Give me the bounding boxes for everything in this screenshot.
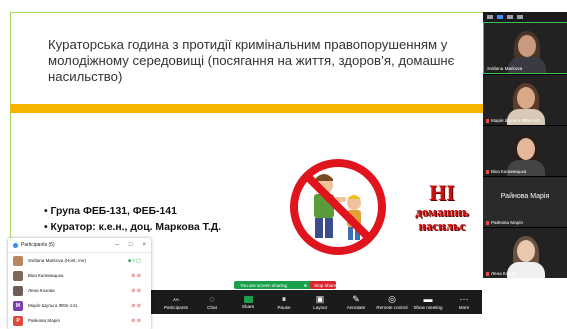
toolbar-pause-button[interactable]: ⏸ Pause — [266, 290, 302, 314]
participant-name: Марія Шульга ФЕБ-141 — [28, 303, 78, 308]
zoom-icon — [13, 242, 18, 248]
show-meeting-icon: ▬ — [423, 294, 433, 304]
toolbar-chat-button[interactable]: ◌ Chat — [194, 290, 230, 314]
no-violence-caption: НІ домашнь насильс — [398, 180, 486, 233]
maximize-icon[interactable]: □ — [129, 242, 133, 248]
video-tile-label: Віка Калиницька — [486, 169, 526, 174]
participant-name: Віка Калиницька — [28, 273, 64, 278]
participants-title: Participants (5) — [21, 242, 55, 248]
screen-sharing-bar[interactable]: You are screen sharing Stop share — [234, 281, 336, 289]
participant-row[interactable]: Svitlana Markova (Host, me) ■ ◊ ▢ — [8, 253, 151, 268]
mic-muted-icon — [486, 220, 489, 225]
participant-face — [517, 240, 535, 262]
slide-title-line: насильство) — [48, 69, 123, 84]
caption-line: НІ — [429, 180, 455, 205]
toolbar-layout-button[interactable]: ▣ Layout — [302, 290, 338, 314]
participant-row[interactable]: M Марія Шульга ФЕБ-141 ⊘ ⊘ — [8, 298, 151, 313]
mic-muted-icon — [486, 118, 489, 123]
slide-title-line: Кураторська година з протидії кримінальн… — [48, 37, 448, 52]
participant-face — [518, 35, 536, 57]
toolbar-share-button[interactable]: Share — [230, 290, 266, 314]
video-strip[interactable]: Svitlana Markova Марія Шульга ФЕБ-141 Ві… — [483, 12, 567, 278]
video-tile-label: Марія Шульга ФЕБ-141 — [486, 118, 540, 123]
participant-row[interactable]: Віка Калиницька ⊘ ⊘ — [8, 268, 151, 283]
close-icon[interactable]: × — [142, 242, 146, 248]
toolbar-more-button[interactable]: ⋯ More — [446, 290, 482, 314]
stop-share-button[interactable]: Stop share — [310, 281, 336, 289]
participants-panel-header: Participants (5) – □ × — [8, 238, 151, 253]
participant-name: Svitlana Markova (Host, me) — [28, 258, 86, 263]
video-tile[interactable]: Svitlana Markova — [483, 22, 567, 74]
meeting-toolbar: □ Video ꕀ Participants ◌ Chat Share ⏸ Pa… — [122, 290, 482, 314]
avatar — [13, 255, 23, 266]
slide-orange-bar — [10, 104, 485, 113]
participant-name: Лена Козова — [28, 288, 55, 293]
no-violence-sign-illustration — [284, 157, 392, 257]
chat-icon: ◌ — [209, 294, 215, 304]
share-icon — [243, 295, 253, 303]
slide-title: Кураторська година з протидії кримінальн… — [48, 37, 498, 85]
video-tile-label: Лена Козова — [486, 271, 518, 276]
participant-big-name: Райнова Марія — [500, 193, 550, 200]
toolbar-show-meeting-button[interactable]: ▬ Show meeting — [410, 290, 446, 314]
avatar — [13, 270, 23, 281]
sharing-status: You are screen sharing — [240, 282, 288, 288]
video-tile[interactable]: Лена Козова — [483, 227, 567, 278]
slide-title-line: молодіжному середовищі (посягання на жит… — [48, 53, 455, 68]
more-icon: ⋯ — [459, 294, 469, 304]
view-toggle-icon[interactable] — [487, 15, 493, 19]
participants-icon: ꕀ — [171, 294, 181, 304]
participant-face — [517, 87, 535, 109]
annotate-icon: ✎ — [352, 294, 360, 304]
participant-muted-icons[interactable]: ⊘ ⊘ — [131, 273, 141, 279]
mic-muted-icon — [486, 169, 489, 174]
toolbar-annotate-button[interactable]: ✎ Annotate — [338, 290, 374, 314]
caption-line: домашнь — [415, 204, 469, 219]
mic-muted-icon — [486, 271, 489, 276]
video-tile-name-only[interactable]: Райнова Марія Райнова Марія — [483, 176, 567, 227]
participant-muted-icons[interactable]: ⊘ ⊘ — [131, 288, 141, 294]
participant-muted-icons[interactable]: ⊘ ⊘ — [131, 303, 141, 309]
strip-expand-icon[interactable] — [517, 15, 523, 19]
avatar: P — [13, 315, 23, 326]
minimize-icon[interactable]: – — [116, 242, 119, 248]
video-tile[interactable]: Віка Калиницька — [483, 125, 567, 176]
video-tile-label: Svitlana Markova — [487, 66, 523, 71]
participant-row[interactable]: P Райнова Марія ⊘ ⊘ — [8, 313, 151, 328]
gallery-view-icon[interactable] — [507, 15, 513, 19]
caption-line: насильс — [418, 218, 466, 233]
participant-name: Райнова Марія — [28, 318, 60, 323]
avatar — [13, 285, 23, 296]
pause-icon: ⏸ — [281, 294, 287, 304]
toolbar-participants-button[interactable]: ꕀ Participants — [158, 290, 194, 314]
slide-bullets: Група ФЕБ-131, ФЕБ-141 Куратор: к.е.н., … — [44, 206, 221, 238]
bullet-group: Група ФЕБ-131, ФЕБ-141 — [44, 206, 221, 217]
layout-icon: ▣ — [315, 294, 325, 304]
strip-view-icon[interactable] — [497, 15, 503, 19]
toolbar-remote-control-button[interactable]: ◎ Remote control — [374, 290, 410, 314]
participant-muted-icons[interactable]: ⊘ ⊘ — [131, 318, 141, 324]
video-tile-label: Райнова Марія — [486, 220, 523, 225]
participants-panel[interactable]: Participants (5) – □ × Svitlana Markova … — [8, 238, 151, 329]
bullet-curator: Куратор: к.е.н., доц. Маркова Т.Д. — [44, 222, 221, 233]
participant-row[interactable]: Лена Козова ⊘ ⊘ — [8, 283, 151, 298]
video-tile[interactable]: Марія Шульга ФЕБ-141 — [483, 74, 567, 125]
avatar: M — [13, 300, 23, 311]
strip-view-controls[interactable] — [483, 12, 567, 22]
sharing-indicator-icon — [304, 283, 307, 287]
participant-face — [517, 138, 535, 160]
participant-status-icons[interactable]: ■ ◊ ▢ — [128, 258, 141, 264]
remote-control-icon: ◎ — [388, 294, 396, 304]
